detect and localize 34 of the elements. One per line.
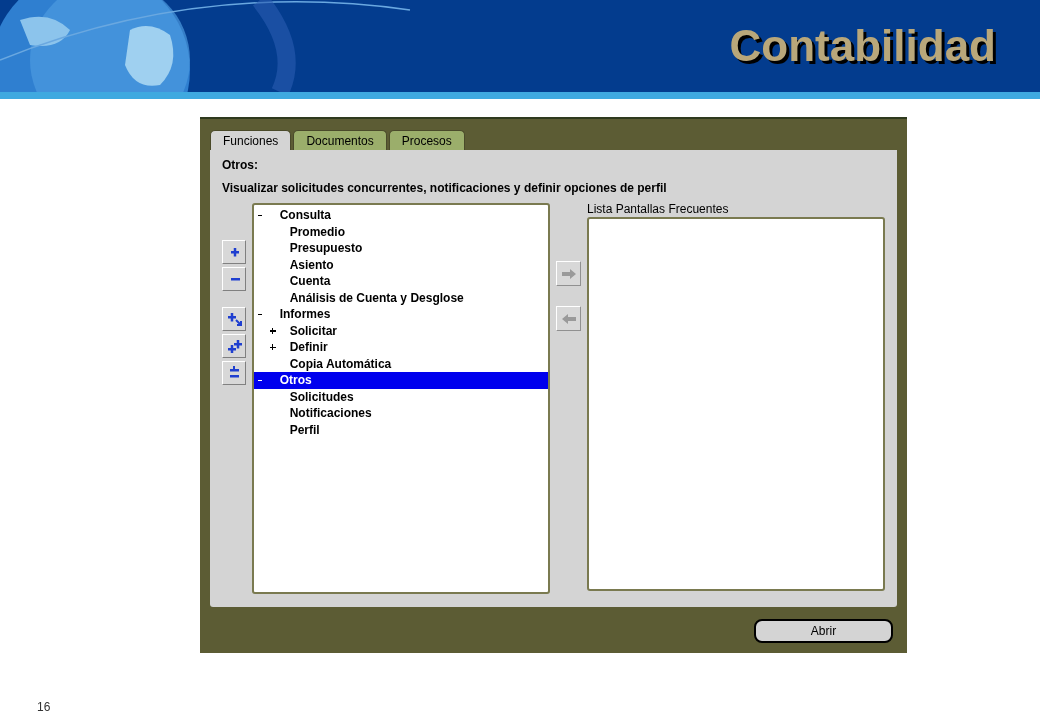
- tree-item[interactable]: Cuenta: [253, 273, 549, 290]
- tab[interactable]: Procesos: [388, 130, 465, 150]
- tree-tool-button[interactable]: [222, 334, 246, 358]
- tree-tool-button[interactable]: [222, 307, 246, 331]
- tree-tool-button[interactable]: [222, 240, 246, 264]
- tab[interactable]: Funciones: [210, 130, 292, 150]
- tree-item[interactable]: Definir: [253, 339, 549, 356]
- tree-tool-button[interactable]: [222, 361, 246, 385]
- slide-title: Contabilidad: [729, 20, 996, 72]
- right-arrow-icon: [561, 268, 576, 279]
- tree-item[interactable]: Solicitudes: [253, 388, 549, 405]
- open-button[interactable]: Abrir: [754, 619, 893, 643]
- tree-item[interactable]: Presupuesto: [253, 240, 549, 257]
- tree-item[interactable]: Solicitar: [253, 322, 549, 339]
- tree-item[interactable]: Consulta: [253, 207, 549, 224]
- section-heading: Otros:: [222, 157, 259, 173]
- tree-item[interactable]: Notificaciones: [253, 405, 549, 422]
- tree-item[interactable]: Análisis de Cuenta y Desglose: [253, 289, 549, 306]
- double-plus-icon: [226, 339, 242, 353]
- tree-item[interactable]: Perfil: [253, 421, 549, 438]
- left-arrow-icon: [561, 313, 576, 324]
- tree-item[interactable]: Informes: [253, 306, 549, 323]
- plus-arrow-icon: [226, 312, 242, 326]
- tab[interactable]: Documentos: [293, 130, 387, 150]
- tree-item[interactable]: Otros: [253, 372, 549, 389]
- tree-item[interactable]: Promedio: [253, 223, 549, 240]
- tree-item[interactable]: Asiento: [253, 256, 549, 273]
- tree-item[interactable]: Copia Automática: [253, 355, 549, 372]
- expand-icon: [269, 327, 276, 334]
- expand-icon: [269, 344, 276, 351]
- tree-tool-button[interactable]: [222, 267, 246, 291]
- section-description: Visualizar solicitudes concurrentes, notificaciones y definir opciones de perfil: [222, 180, 668, 196]
- list-label: Lista Pantallas Frecuentes: [587, 202, 730, 217]
- page-number: 16: [37, 701, 52, 713]
